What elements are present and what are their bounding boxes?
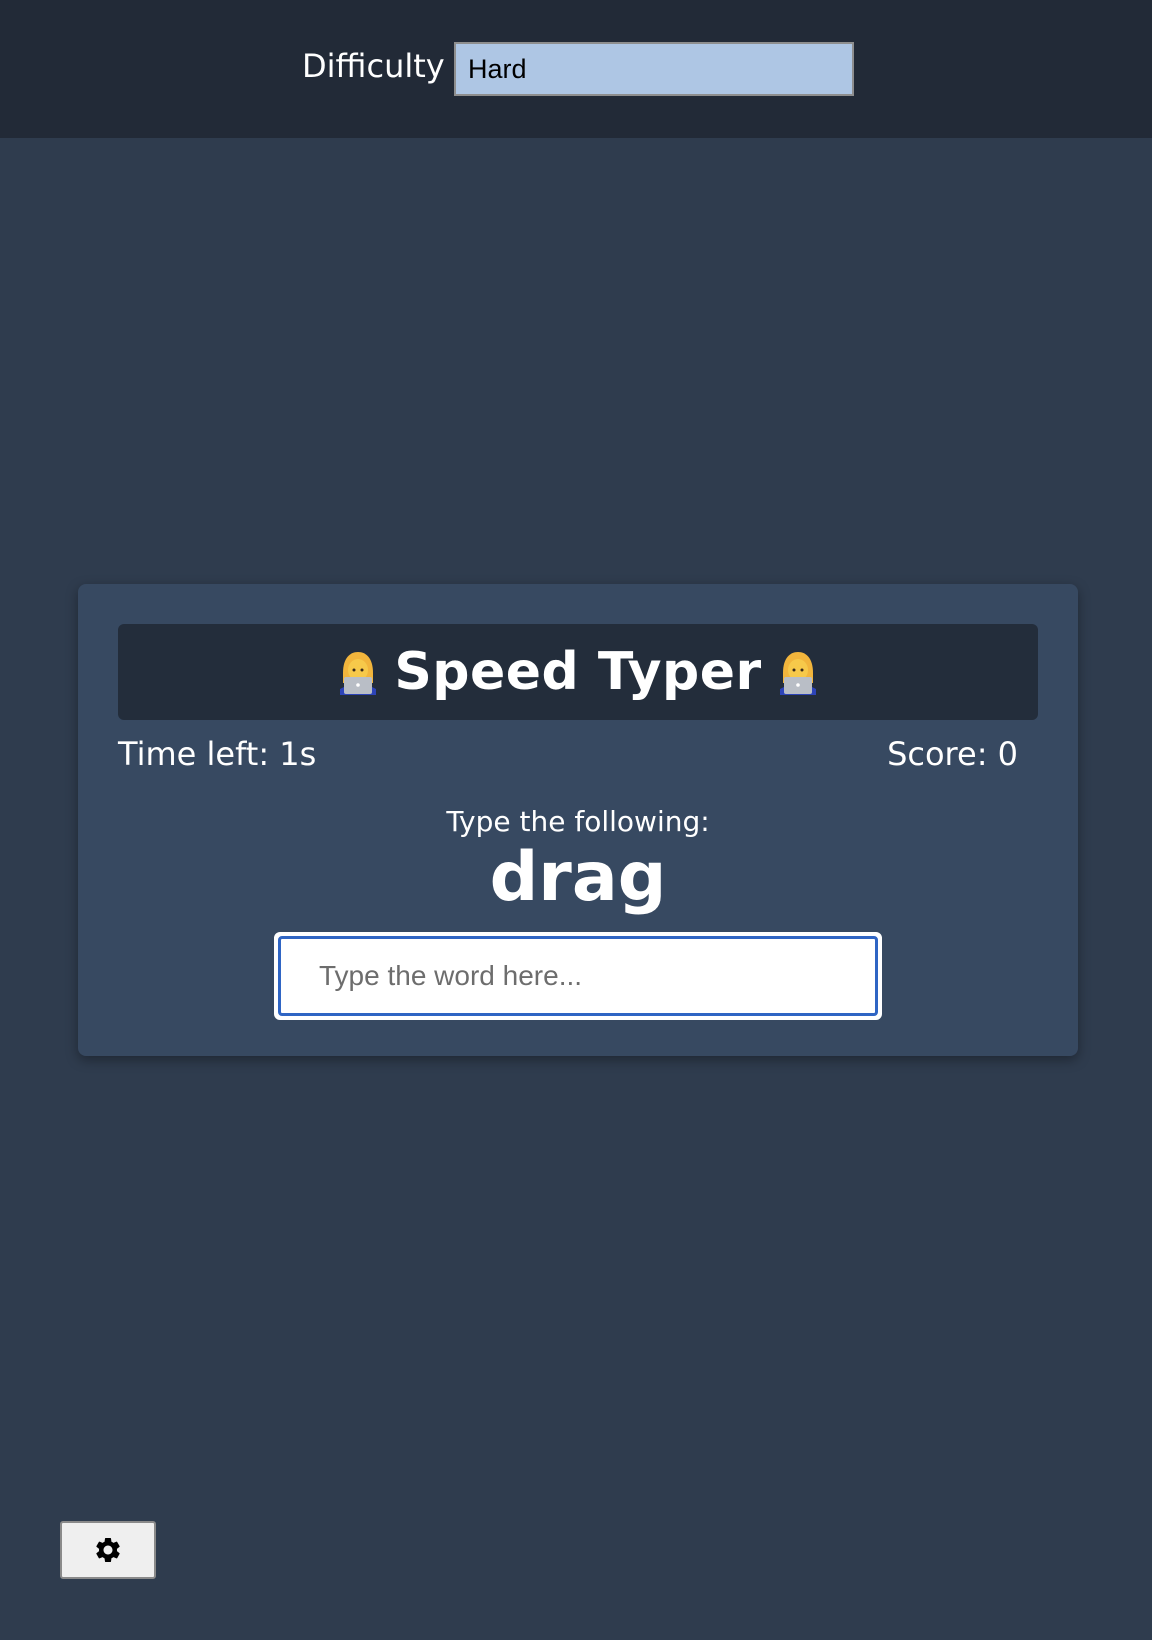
score: Score: 0 bbox=[887, 735, 1018, 773]
time-left: Time left: 1s bbox=[118, 735, 317, 773]
woman-technologist-icon bbox=[779, 652, 816, 695]
game-title: Speed Typer bbox=[394, 642, 762, 702]
game-card: Speed Typer Time left: 1s Score: 0 Type … bbox=[78, 584, 1078, 1056]
settings-bar: Difficulty Hard bbox=[0, 0, 1152, 138]
target-word: drag bbox=[489, 838, 667, 917]
word-input[interactable] bbox=[278, 936, 878, 1016]
difficulty-label: Difficulty bbox=[302, 47, 445, 85]
gear-icon bbox=[96, 1538, 120, 1562]
prompt-label: Type the following: bbox=[446, 805, 710, 838]
settings-button[interactable] bbox=[60, 1521, 156, 1579]
title-banner: Speed Typer bbox=[118, 624, 1038, 720]
word-input-container bbox=[274, 932, 882, 1020]
difficulty-select[interactable]: Hard bbox=[454, 42, 854, 96]
woman-technologist-icon bbox=[340, 652, 377, 695]
